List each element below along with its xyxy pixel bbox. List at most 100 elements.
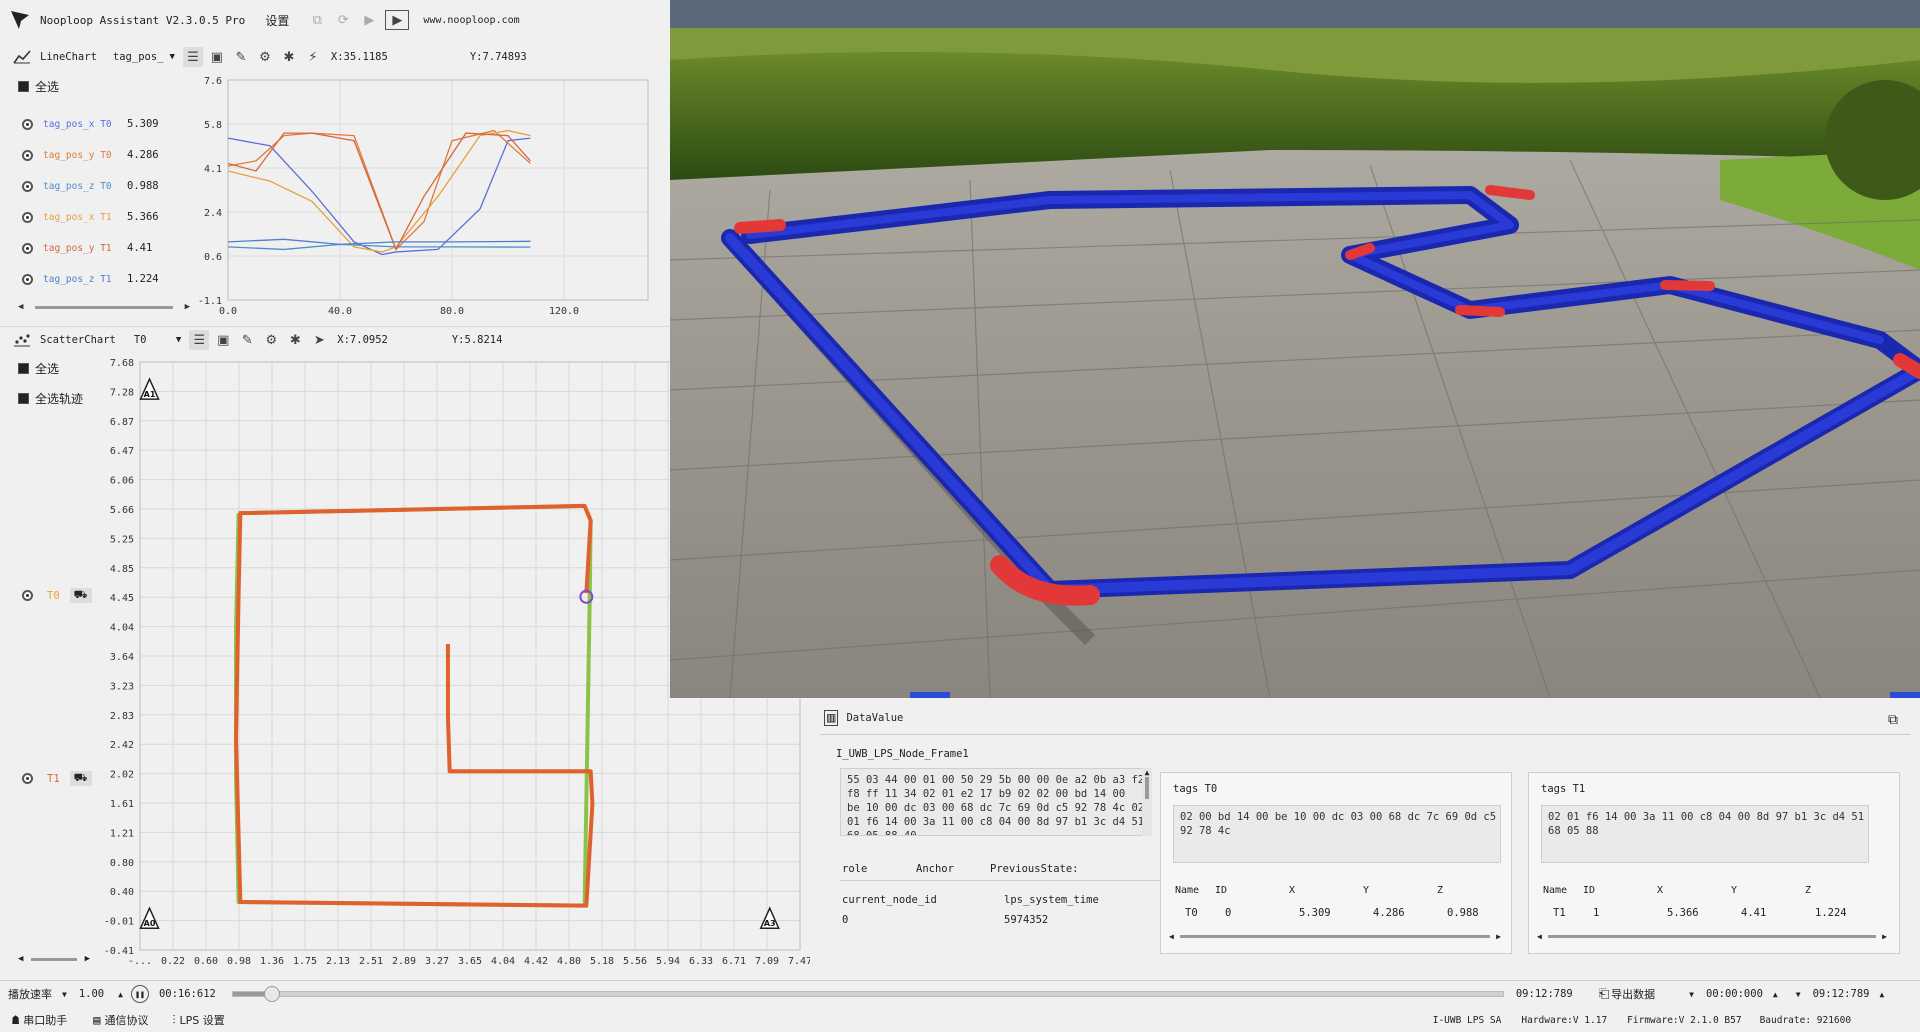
y-tick-label: 2.02 bbox=[110, 770, 134, 781]
legend-item[interactable]: tag_pos_y T0 4.286 bbox=[22, 149, 159, 161]
series-radio[interactable] bbox=[22, 242, 33, 254]
legend-item[interactable]: tag_pos_x T1 5.366 bbox=[22, 211, 159, 223]
range-start[interactable]: 00:00:000 bbox=[1706, 988, 1763, 1000]
tag-table-scrollbar[interactable]: ◀ ▶ bbox=[1537, 931, 1887, 941]
scatterchart-selector[interactable]: T0 bbox=[134, 334, 170, 346]
legend-scrollbar[interactable]: ◀ ▶ bbox=[18, 302, 190, 312]
sliders-icon[interactable]: ⫶ bbox=[172, 1013, 175, 1028]
y-tick-label: 4.45 bbox=[110, 593, 134, 604]
x-tick-label: 3.65 bbox=[458, 956, 482, 967]
table-row[interactable]: T1 1 5.366 4.41 1.224 bbox=[1553, 907, 1865, 919]
chevron-down-icon[interactable]: ▼ bbox=[1689, 990, 1694, 999]
anchor-marker[interactable]: A1 bbox=[139, 377, 160, 400]
tag-row-t1[interactable]: T1 ⛟ bbox=[22, 771, 92, 786]
series-radio[interactable] bbox=[22, 149, 33, 161]
connect-icon[interactable]: ⧉ bbox=[307, 10, 327, 30]
car-icon[interactable]: ⛟ bbox=[69, 588, 92, 603]
pause-button[interactable]: ❚❚ bbox=[130, 985, 149, 1003]
chevron-down-icon[interactable]: ▼ bbox=[62, 990, 67, 999]
legend-item[interactable]: tag_pos_x T0 5.309 bbox=[22, 118, 159, 130]
website-link[interactable]: www.nooploop.com bbox=[423, 15, 519, 26]
brush-icon[interactable]: ✎ bbox=[237, 330, 257, 350]
scatter-legend-scrollbar[interactable]: ◀ ▶ bbox=[18, 954, 90, 964]
tag-label: T1 bbox=[47, 772, 60, 785]
serial-icon[interactable]: ☗ bbox=[12, 1013, 19, 1027]
export-button[interactable]: 导出数据 bbox=[1611, 986, 1655, 1002]
gear-icon[interactable]: ⚙ bbox=[255, 47, 275, 67]
tools-icon[interactable]: ✱ bbox=[285, 330, 305, 350]
tools-icon[interactable]: ✱ bbox=[279, 47, 299, 67]
popout-icon[interactable]: ⧉ bbox=[1888, 712, 1898, 728]
linechart-selector[interactable]: tag_pos_ bbox=[113, 51, 164, 63]
y-tick-label: 7.28 bbox=[110, 387, 134, 398]
gear-icon[interactable]: ⚙ bbox=[261, 330, 281, 350]
linechart-plot[interactable]: 7.6 5.8 4.1 2.4 0.6 -1.1 0.0 40.0 80.0 120.0 bbox=[190, 72, 668, 324]
select-all-track-checkbox[interactable] bbox=[18, 393, 29, 404]
hex-scrollbar[interactable]: ▲ bbox=[1142, 768, 1152, 836]
x-tick-label: 1.75 bbox=[293, 956, 317, 967]
series-radio[interactable] bbox=[22, 118, 33, 130]
replay-icon[interactable]: ▶ bbox=[385, 10, 410, 30]
role-label: role bbox=[842, 863, 868, 875]
protocol-button[interactable]: 通信协议 bbox=[104, 1012, 148, 1028]
range-end[interactable]: 09:12:789 bbox=[1813, 988, 1870, 1000]
lightning-icon[interactable]: ⚡ bbox=[303, 47, 323, 67]
list-icon[interactable]: ☰ bbox=[182, 47, 203, 67]
legend-item[interactable]: tag_pos_z T0 0.988 bbox=[22, 180, 159, 192]
refresh-icon[interactable]: ⟳ bbox=[333, 10, 353, 30]
tag-radio[interactable] bbox=[22, 773, 33, 784]
chevron-down-icon[interactable]: ▼ bbox=[169, 52, 174, 62]
lps-settings-button[interactable]: LPS 设置 bbox=[179, 1012, 224, 1028]
tag-hex: 02 01 f6 14 00 3a 11 00 c8 04 00 8d 97 b… bbox=[1541, 805, 1869, 863]
x-tick-label: 4.04 bbox=[491, 956, 515, 967]
range-start-stepper[interactable]: ▲ bbox=[1773, 990, 1778, 999]
chevron-down-icon[interactable]: ▼ bbox=[1796, 990, 1801, 999]
x-tick-label: 0.98 bbox=[227, 956, 251, 967]
list-icon[interactable]: ☰ bbox=[189, 330, 210, 350]
x-tick-label: 7.47 bbox=[788, 956, 810, 967]
chevron-down-icon[interactable]: ▼ bbox=[176, 335, 181, 345]
x-tick-label: 6.71 bbox=[722, 956, 746, 967]
series-value: 1.224 bbox=[127, 273, 159, 285]
tag-row-t0[interactable]: T0 ⛟ bbox=[22, 588, 92, 603]
col-z: Z bbox=[1437, 885, 1444, 896]
table-row[interactable]: T0 0 5.309 4.286 0.988 bbox=[1185, 907, 1497, 919]
video-icon[interactable]: ▶ bbox=[359, 10, 379, 30]
series-radio[interactable] bbox=[22, 180, 33, 192]
navigate-icon[interactable]: ➤ bbox=[309, 330, 329, 350]
rate-value[interactable]: 1.00 bbox=[79, 988, 104, 1000]
protocol-icon[interactable]: ▤ bbox=[93, 1013, 100, 1027]
tag-table-scrollbar[interactable]: ◀ ▶ bbox=[1169, 931, 1501, 941]
cell-id: 1 bbox=[1593, 907, 1600, 919]
rate-stepper[interactable]: ▲ bbox=[118, 990, 123, 999]
anchor-marker[interactable]: A3 bbox=[759, 906, 780, 929]
series-radio[interactable] bbox=[22, 273, 33, 285]
settings-menu[interactable]: 设置 bbox=[265, 12, 289, 29]
tag-radio[interactable] bbox=[22, 590, 33, 601]
rate-label: 播放速率 bbox=[8, 988, 52, 1001]
col-x: X bbox=[1289, 885, 1296, 896]
legend-item[interactable]: tag_pos_z T1 1.224 bbox=[22, 273, 159, 285]
x-tick-label: -... bbox=[128, 956, 152, 967]
serial-assistant-button[interactable]: 串口助手 bbox=[23, 1012, 67, 1028]
y-tick-label: 2.4 bbox=[204, 208, 222, 219]
line-chart-svg[interactable]: 7.65.84.12.40.6-1.10.0 40.0 80.0 120.0 bbox=[190, 72, 668, 324]
series-radio[interactable] bbox=[22, 211, 33, 223]
car-icon[interactable]: ⛟ bbox=[69, 771, 92, 786]
x-tick-label: 7.09 bbox=[755, 956, 779, 967]
select-all-checkbox[interactable] bbox=[18, 81, 29, 92]
x-tick-label: 40.0 bbox=[328, 306, 352, 317]
anchor-marker[interactable]: A0 bbox=[139, 906, 160, 929]
image-icon[interactable]: ▣ bbox=[213, 330, 233, 350]
brush-icon[interactable]: ✎ bbox=[231, 47, 251, 67]
image-icon[interactable]: ▣ bbox=[207, 47, 227, 67]
progress-knob[interactable] bbox=[263, 986, 280, 1002]
legend-item[interactable]: tag_pos_y T1 4.41 bbox=[22, 242, 152, 254]
tag-label: T0 bbox=[47, 589, 60, 602]
app-title: Nooploop Assistant V2.3.0.5 Pro bbox=[40, 13, 246, 27]
progress-slider[interactable] bbox=[231, 986, 1504, 1002]
cell-x: 5.366 bbox=[1667, 907, 1699, 919]
select-all-checkbox[interactable] bbox=[18, 363, 29, 374]
export-icon[interactable]: ⎗ bbox=[1599, 987, 1609, 1002]
range-end-stepper[interactable]: ▲ bbox=[1879, 990, 1884, 999]
